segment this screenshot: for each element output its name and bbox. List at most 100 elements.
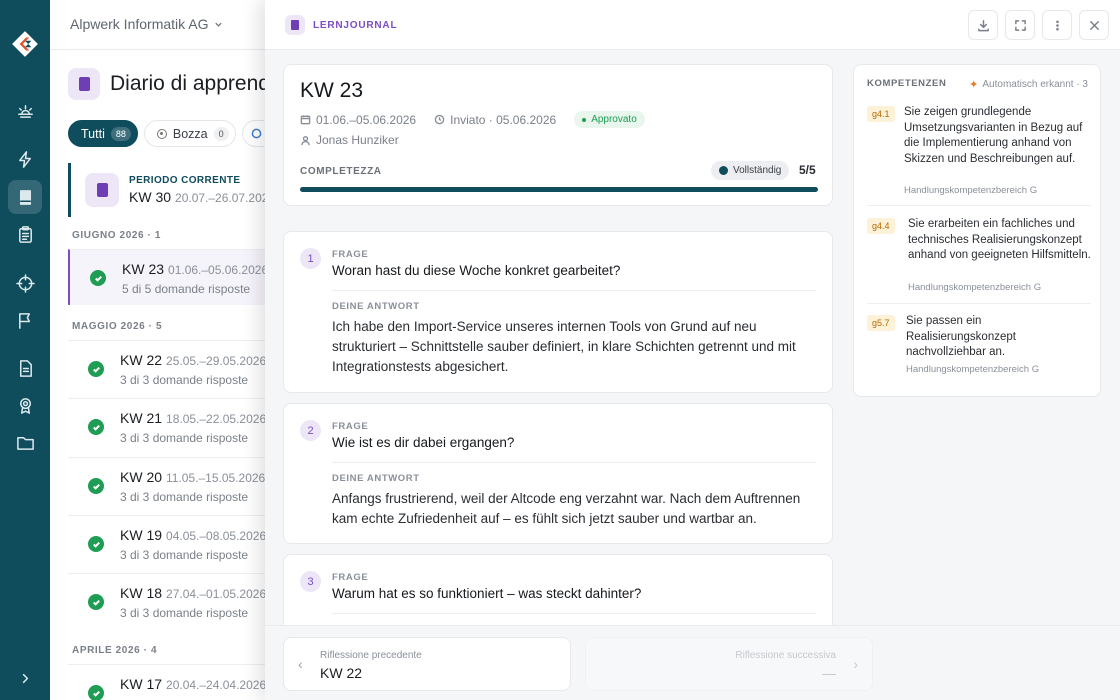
org-switcher[interactable]: Alpwerk Informatik AG	[70, 16, 224, 32]
entry-dates: 01.06.–05.06.2026	[168, 263, 269, 277]
question-label: FRAGE	[332, 249, 369, 260]
current-period-dates: 20.07.–26.07.2026	[175, 191, 276, 205]
more-options-button[interactable]	[1042, 10, 1072, 40]
more-vertical-icon	[1055, 19, 1059, 31]
entry-sent: Inviato · 05.06.2026	[450, 112, 557, 127]
chevron-right-icon: ›	[853, 656, 858, 672]
completeness-progress-bar	[300, 187, 818, 192]
expand-sidebar-icon[interactable]	[8, 661, 42, 695]
check-icon	[88, 419, 104, 435]
entry-week: KW 23	[122, 261, 165, 277]
clipboard-icon[interactable]	[8, 217, 42, 251]
sparkle-icon: ✦	[969, 79, 979, 91]
question-number: 3	[300, 571, 321, 592]
question-number: 2	[300, 420, 321, 441]
entry-dates: 11.05.–15.05.2026	[166, 471, 266, 485]
list-item[interactable]: KW 22 25.05.–29.05.2026 3 di 3 domande ri…	[68, 340, 290, 398]
user-icon	[301, 135, 310, 145]
drawer-header: LERNJOURNAL	[265, 0, 1120, 50]
prev-value: KW 22	[320, 665, 363, 681]
competency-area: Handlungskompetenzbereich G	[908, 282, 1042, 293]
calendar-icon	[300, 115, 311, 125]
entry-week: KW 18	[120, 585, 163, 601]
list-item[interactable]: KW 17 20.04.–24.04.2026	[68, 664, 290, 700]
competency-tag: g4.1	[867, 106, 895, 122]
expand-button[interactable]	[1005, 10, 1035, 40]
previous-reflection-button[interactable]: ‹ Riflessione precedente KW 22	[283, 637, 571, 691]
divider	[332, 290, 816, 291]
entry-title: KW 23	[300, 79, 364, 102]
competency-item[interactable]: g4.1 Sie zeigen grundlegende Umsetzungsv…	[867, 105, 1091, 206]
filter-status-icon	[251, 128, 261, 139]
competency-text: Sie passen ein Realisierungskonzept nach…	[906, 315, 1016, 358]
app-sidebar	[0, 0, 50, 700]
entry-status: 3 di 3 domande risposte	[120, 373, 249, 387]
next-reflection-button[interactable]: Riflessione successiva — ›	[585, 637, 873, 691]
competency-item[interactable]: g5.7 Sie passen ein Realisierungskonzept…	[867, 314, 1091, 384]
auto-detected-label: ✦ Automatisch erkannt · 3	[969, 78, 1088, 91]
status-badge: Approvato	[574, 111, 645, 128]
completeness-score: 5/5	[799, 163, 816, 177]
close-button[interactable]	[1079, 10, 1109, 40]
entry-date-range: 01.06.–05.06.2026	[316, 112, 417, 127]
list-item[interactable]: KW 20 11.05.–15.05.2026 3 di 3 domande ri…	[68, 457, 290, 515]
entry-week: KW 22	[120, 352, 163, 368]
filter-all-count: 88	[110, 126, 131, 141]
chevron-left-icon: ‹	[298, 656, 303, 672]
entry-dates: 04.05.–08.05.2026	[166, 529, 267, 543]
filter-more[interactable]	[241, 120, 264, 147]
entry-meta: 01.06.–05.06.2026 Inviato · 05.06.2026 A…	[300, 111, 645, 128]
competency-text: Sie zeigen grundlegende Umsetzungsvarian…	[904, 106, 1083, 165]
entry-dates: 18.05.–22.05.2026	[166, 412, 267, 426]
entry-status: 3 di 3 domande risposte	[120, 606, 249, 620]
divider	[867, 303, 1091, 304]
download-button[interactable]	[968, 10, 998, 40]
folder-icon[interactable]	[8, 425, 42, 459]
check-icon	[88, 536, 104, 552]
competency-area: Handlungskompetenzbereich G	[906, 364, 1040, 375]
journal-book-icon	[85, 173, 119, 207]
answer-text: Ich habe den Import-Service unseres inte…	[332, 319, 796, 374]
completeness-label: COMPLETEZZA	[300, 166, 382, 177]
check-icon	[88, 478, 104, 494]
question-text: Wie ist es dir dabei ergangen?	[332, 435, 515, 450]
flag-icon[interactable]	[8, 303, 42, 337]
question-card: 1 FRAGE Woran hast du diese Woche konkre…	[283, 231, 833, 393]
list-item[interactable]: KW 23 01.06.–05.06.2026 5 di 5 domande ri…	[68, 249, 290, 305]
journal-book-icon[interactable]	[8, 180, 42, 214]
section-header: APRILE 2026 · 4	[72, 645, 158, 656]
filter-draft[interactable]: Bozza 0	[143, 120, 236, 147]
document-icon[interactable]	[8, 351, 42, 385]
auto-detected-text: Automatisch erkannt · 3	[982, 79, 1088, 90]
target-icon[interactable]	[8, 266, 42, 300]
list-item[interactable]: KW 18 27.04.–01.05.2026 3 di 3 domande ri…	[68, 573, 290, 631]
page-title: Diario di apprend	[110, 72, 270, 95]
check-icon	[88, 685, 104, 700]
list-item[interactable]: KW 21 18.05.–22.05.2026 3 di 3 domande ri…	[68, 398, 290, 456]
page-title-row: Diario di apprend	[68, 68, 270, 100]
check-icon	[88, 594, 104, 610]
competency-text: Sie erarbeiten ein fachliches und techni…	[908, 218, 1091, 261]
list-item[interactable]: KW 19 04.05.–08.05.2026 3 di 3 domande ri…	[68, 515, 290, 573]
prev-label: Riflessione precedente	[320, 650, 422, 661]
check-circle-icon	[719, 166, 728, 175]
lightning-icon[interactable]	[8, 142, 42, 176]
entry-week: KW 19	[120, 527, 163, 543]
entry-week: KW 17	[120, 676, 163, 692]
sunrise-icon[interactable]	[8, 93, 42, 127]
summary-card: KW 23 01.06.–05.06.2026 Inviato · 05.06.…	[283, 64, 833, 206]
filter-all[interactable]: Tutti 88	[68, 120, 138, 147]
question-card: 2 FRAGE Wie ist es dir dabei ergangen? D…	[283, 403, 833, 544]
current-period-label: PERIODO CORRENTE	[129, 175, 241, 186]
question-text: Warum hat es so funktioniert – was steck…	[332, 586, 642, 601]
entry-dates: 20.04.–24.04.2026	[166, 678, 267, 692]
header-divider	[50, 49, 290, 50]
entry-week: KW 21	[120, 410, 163, 426]
entry-author: Jonas Hunziker	[300, 133, 399, 147]
journal-list-pane: Alpwerk Informatik AG Diario di apprend …	[50, 0, 290, 700]
competency-item[interactable]: g4.4 Sie erarbeiten ein fachliches und t…	[867, 217, 1091, 305]
current-period-card[interactable]: PERIODO CORRENTE KW 30 20.07.–26.07.2026	[68, 163, 290, 217]
entry-status: 3 di 3 domande risposte	[120, 490, 249, 504]
award-icon[interactable]	[8, 388, 42, 422]
app-logo-icon[interactable]	[11, 30, 39, 58]
